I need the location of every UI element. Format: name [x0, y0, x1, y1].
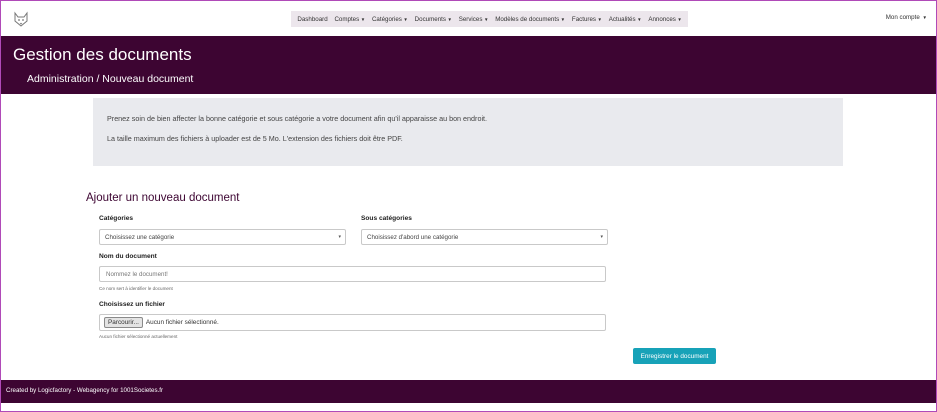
- document-name-input[interactable]: Nommez le document!: [99, 266, 606, 282]
- menu-item-label: Factures: [571, 15, 596, 23]
- page-title: Gestion des documents: [13, 45, 192, 64]
- footer-credit: Created by Logicfactory - Webagency for …: [6, 387, 164, 394]
- menu-item-label: Services: [458, 15, 483, 23]
- form-title: Ajouter un nouveau document: [86, 192, 240, 204]
- chevron-down-icon: ▾: [600, 234, 603, 240]
- document-name-label: Nom du document: [99, 253, 157, 260]
- cat-head-icon[interactable]: [13, 11, 29, 27]
- subcategory-select[interactable]: Choisissez d'abord une catégorie ▾: [361, 229, 608, 245]
- category-select-value: Choisissez une catégorie: [105, 234, 175, 241]
- document-name-help: Ce nom sert à identifier le document: [99, 286, 173, 291]
- menu-item-annonces[interactable]: Annonces ▼: [645, 16, 685, 23]
- chevron-down-icon: ▼: [560, 16, 566, 22]
- browse-button[interactable]: Parcourir...: [104, 317, 143, 328]
- chevron-down-icon: ▼: [447, 16, 452, 22]
- breadcrumb: Administration / Nouveau document: [27, 73, 194, 85]
- menu-item-label: Comptes: [334, 15, 360, 23]
- menu-item-services[interactable]: Services ▼: [455, 16, 491, 23]
- account-label: Mon compte: [885, 14, 920, 21]
- chevron-down-icon: ▼: [921, 15, 927, 20]
- menu-item-documents[interactable]: Documents ▼: [411, 16, 455, 23]
- menu-item-label: Actualités: [608, 15, 636, 23]
- top-navbar: Dashboard Comptes ▼ Catégories ▼ Documents ▼ Se…: [1, 1, 936, 36]
- chevron-down-icon: ▼: [403, 16, 408, 22]
- menu-item-label: Dashboard: [297, 15, 328, 23]
- menu-item-modèles-de-documents[interactable]: Modèles de documents ▼: [492, 16, 569, 23]
- footer: Created by Logicfactory - Webagency for …: [1, 380, 936, 403]
- menu-item-catégories[interactable]: Catégories ▼: [369, 16, 412, 23]
- category-select[interactable]: Choisissez une catégorie ▾: [99, 229, 346, 245]
- info-text-category: Prenez soin de bien affecter la bonne ca…: [107, 114, 488, 123]
- subcategory-select-value: Choisissez d'abord une catégorie: [367, 234, 459, 241]
- file-label: Choisissez un fichier: [99, 301, 165, 308]
- menu-item-label: Modèles de documents: [495, 15, 560, 23]
- page-header: Gestion des documents Administration / N…: [1, 36, 936, 94]
- category-label: Catégories: [99, 215, 134, 222]
- menu-item-label: Annonces: [648, 15, 676, 23]
- menu-item-actualités[interactable]: Actualités ▼: [605, 16, 645, 23]
- info-alert: Prenez soin de bien affecter la bonne ca…: [93, 98, 843, 166]
- menu-item-comptes[interactable]: Comptes ▼: [331, 16, 369, 23]
- info-text-file-size: La taille maximum des fichiers à uploade…: [107, 134, 403, 143]
- account-menu[interactable]: Mon compte ▼: [886, 14, 927, 21]
- file-input[interactable]: Parcourir... Aucun fichier sélectionné.: [99, 314, 606, 331]
- chevron-down-icon: ▼: [677, 16, 682, 22]
- chevron-down-icon: ▼: [637, 16, 642, 22]
- subcategory-label: Sous catégories: [361, 215, 412, 222]
- chevron-down-icon: ▼: [360, 16, 366, 22]
- chevron-down-icon: ▼: [597, 16, 602, 22]
- main-menu: Dashboard Comptes ▼ Catégories ▼ Documents ▼ Se…: [291, 11, 689, 27]
- menu-item-label: Catégories: [371, 15, 402, 23]
- chevron-down-icon: ▾: [338, 234, 341, 240]
- file-status: Aucun fichier sélectionné.: [145, 319, 219, 326]
- chevron-down-icon: ▼: [483, 16, 489, 22]
- menu-item-factures[interactable]: Factures ▼: [569, 16, 606, 23]
- menu-item-dashboard[interactable]: Dashboard: [294, 16, 331, 23]
- document-name-placeholder: Nommez le document!: [106, 271, 168, 278]
- menu-item-label: Documents: [414, 15, 446, 23]
- file-help: Aucun fichier sélectionné actuellement: [99, 334, 178, 339]
- save-document-button[interactable]: Enregistrer le document: [633, 348, 716, 364]
